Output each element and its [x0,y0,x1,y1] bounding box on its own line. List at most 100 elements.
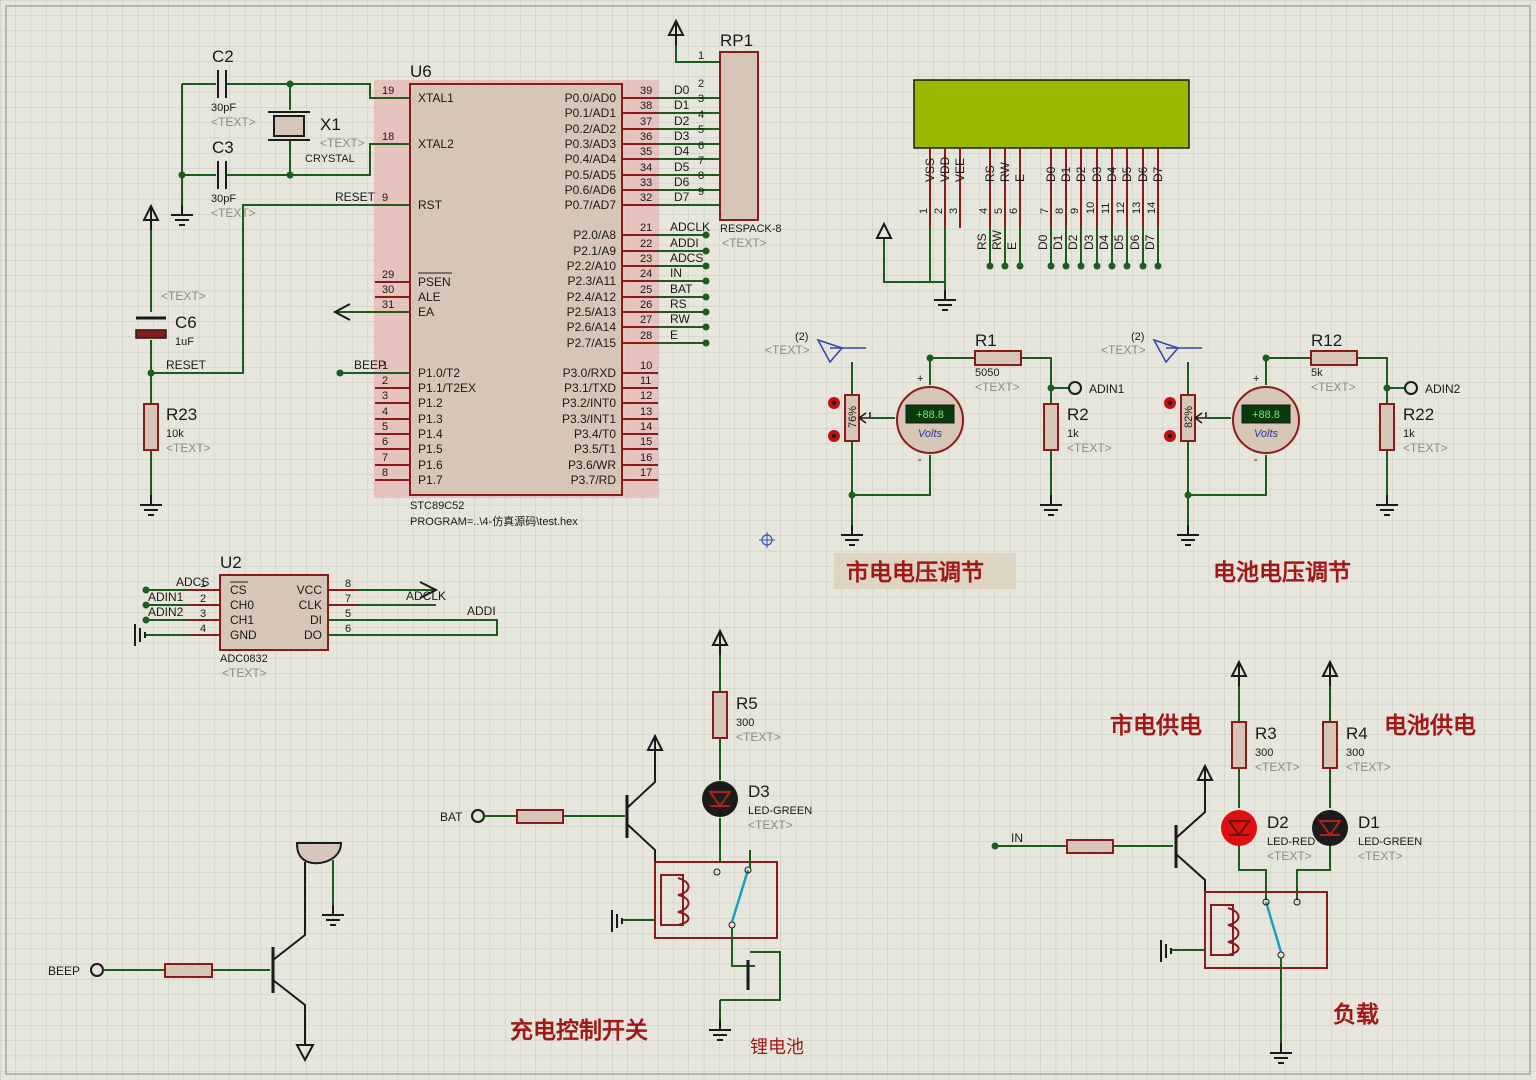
mcu-pin-num: 26 [640,299,652,311]
lcd-bus-label: D7 [1143,234,1157,250]
r23-resistor[interactable] [143,403,159,451]
adc-pin-num: 5 [345,608,351,620]
series-resistor[interactable] [1310,350,1358,366]
schematic-sheet[interactable]: U6 STC89C52 PROGRAM=..\4-仿真源码\test.hex 1… [0,0,1536,1080]
r3-ref: R3 [1255,724,1277,743]
mcu-pin-num: 19 [382,85,394,97]
shunt-resistor[interactable] [1043,403,1059,451]
lcd-screen [913,79,1190,149]
rp1-body [719,51,759,221]
charge-control-title: 充电控制开关 [510,1017,648,1043]
shunt-resistor-text: <TEXT> [1403,441,1448,455]
mcu-pin-name: PSEN [418,275,451,289]
rp1-pin-num: 5 [698,124,704,136]
series-resistor-text: <TEXT> [1311,380,1356,394]
x1-value: CRYSTAL [305,153,355,165]
battery-adjust-title: 电池电压调节 [1213,559,1351,585]
r5-value: 300 [736,717,754,729]
mcu-pin-name: RST [418,198,443,212]
mcu-pin-num: 16 [640,452,652,464]
rp1-pin-num: 1 [698,50,704,62]
mcu-pin-num: 37 [640,116,652,128]
mcu-net-label: D6 [674,175,690,189]
d1-text: <TEXT> [1358,849,1403,863]
mcu-part: STC89C52 [410,500,464,512]
r5-resistor[interactable] [712,691,728,739]
lcd-pin-num: 3 [948,208,960,214]
series-resistor-ref: R12 [1311,331,1342,350]
mcu-pin-name: P3.3/INT1 [562,412,616,426]
beep-input-label: BEEP [48,964,80,978]
mcu-net-label: D2 [674,114,690,128]
r3-resistor[interactable] [1231,721,1247,769]
rp1-pin-num: 2 [698,78,704,90]
crystal-x1[interactable] [273,115,305,137]
mcu-pin-num: 14 [640,421,652,433]
reset-net-label: RESET [166,358,207,372]
adc-pin-name: CLK [299,598,322,612]
mcu-pin-name: P0.6/AD6 [565,183,617,197]
mcu-net-label: D3 [674,129,690,143]
mcu-pin-num: 36 [640,131,652,143]
lcd-pin-num: 5 [993,208,1005,214]
mcu-pin-num: 21 [640,222,652,234]
mcu-pin-name: P3.2/INT0 [562,396,616,410]
r3-value: 300 [1255,747,1273,759]
adc-pin-num: 2 [200,593,206,605]
battery-label: 锂电池 [750,1037,804,1057]
mcu-pin-name: P2.5/A13 [567,305,617,319]
mcu-pin-name: P2.4/A12 [567,290,617,304]
lcd-pin-name: E [1013,174,1027,182]
series-resistor-value: 5050 [975,367,999,379]
meter-reading: +88.8 [1252,409,1280,421]
d3-led[interactable] [702,781,738,817]
d1-ref: D1 [1358,813,1380,832]
mcu-pin-name: P3.1/TXD [564,381,616,395]
beep-base-resistor[interactable] [164,963,213,978]
lcd-bus-label: D2 [1066,234,1080,250]
lcd-bus-label: D4 [1097,234,1111,250]
lcd-pin-name: VDD [938,156,952,182]
shunt-resistor-text: <TEXT> [1067,441,1112,455]
lcd-pin-name: D3 [1090,166,1104,182]
d1-led[interactable] [1312,810,1348,846]
series-resistor-text: <TEXT> [975,380,1020,394]
mcu-net-label: D0 [674,83,690,97]
mcu-pin-num: 12 [640,390,652,402]
r4-ref: R4 [1346,724,1368,743]
shunt-resistor[interactable] [1379,403,1395,451]
lcd-pin-num: 14 [1146,202,1158,214]
mcu-pin-name: P2.1/A9 [573,244,616,258]
mcu-pin-num: 3 [382,390,388,402]
mcu-pin-name: P1.4 [418,427,443,441]
mcu-pin-name: P0.3/AD3 [565,137,617,151]
mcu-pin-num: 17 [640,467,652,479]
adc-pin-num: 7 [345,593,351,605]
adc-pin-name: DO [304,628,322,642]
mcu-pin-num: 2 [382,375,388,387]
c6-capacitor[interactable] [135,329,167,339]
mcu-pin-num: 10 [640,360,652,372]
adc-pin-name: CH1 [230,613,254,627]
mcu-net-label: D7 [674,190,690,204]
series-resistor[interactable] [974,350,1022,366]
d2-led[interactable] [1221,810,1257,846]
bat-base-resistor[interactable] [516,809,564,824]
mcu-pin-num: 31 [382,299,394,311]
lcd-pin-name: RW [998,162,1012,182]
r4-resistor[interactable] [1322,721,1338,769]
adc-pin-num: 4 [200,623,206,635]
in-base-resistor[interactable] [1066,839,1114,854]
mcu-pin-num: 7 [382,452,388,464]
rp1-pin-num: 4 [698,109,704,121]
mcu-pin-name: P0.4/AD4 [565,152,617,166]
mcu-pin-num: 27 [640,314,652,326]
mcu-net-label: IN [670,266,682,280]
lcd-pin-name: D5 [1120,166,1134,182]
lcd-pin-num: 11 [1100,203,1112,214]
lcd-pin-num: 1 [918,208,930,214]
r23-ref: R23 [166,405,197,424]
mains-supply-label: 市电供电 [1110,712,1202,738]
x1-text: <TEXT> [320,136,365,150]
adc-net-label: ADIN2 [148,605,184,619]
